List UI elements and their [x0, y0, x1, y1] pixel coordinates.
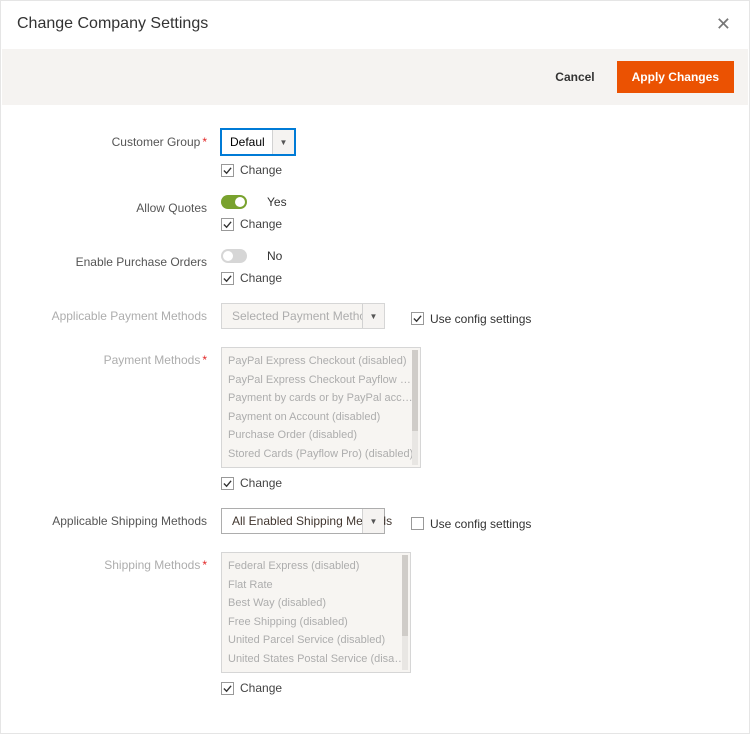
chevron-down-icon: ▼: [370, 312, 378, 321]
list-item: Flat Rate: [228, 576, 408, 595]
enable-po-toggle[interactable]: [221, 249, 247, 263]
change-label: Change: [240, 163, 282, 177]
shipping-methods-multiselect: Federal Express (disabled) Flat Rate Bes…: [221, 552, 411, 673]
customer-group-select[interactable]: ▼: [221, 129, 295, 155]
applicable-payment-dropdown-button: ▼: [362, 304, 384, 328]
enable-po-value: No: [267, 249, 282, 263]
customer-group-label: Customer Group*: [21, 129, 221, 149]
modal-title: Change Company Settings: [17, 15, 208, 33]
customer-group-change-checkbox[interactable]: [221, 164, 234, 177]
list-item: Free Shipping (disabled): [228, 613, 408, 632]
customer-group-input[interactable]: [222, 130, 272, 154]
applicable-shipping-dropdown-button[interactable]: ▼: [362, 509, 384, 533]
actions-bar: Cancel Apply Changes: [2, 49, 748, 105]
change-label: Change: [240, 271, 282, 285]
list-item: Payment on Account (disabled): [228, 408, 418, 427]
list-item: PayPal Express Checkout (disabled): [228, 352, 418, 371]
shipping-methods-label: Shipping Methods*: [21, 552, 221, 572]
change-label: Change: [240, 681, 282, 695]
list-item: Stored Cards (Payflow Pro) (disabled): [228, 445, 418, 464]
modal-header: Change Company Settings ✕: [1, 1, 749, 37]
use-config-label: Use config settings: [430, 312, 531, 326]
enable-po-label: Enable Purchase Orders: [21, 249, 221, 269]
payment-methods-change-checkbox[interactable]: [221, 477, 234, 490]
list-item: Purchase Order (disabled): [228, 426, 418, 445]
list-item: Best Way (disabled): [228, 594, 408, 613]
applicable-payment-select: Selected Payment Methods ▼: [221, 303, 385, 329]
payment-methods-multiselect: PayPal Express Checkout (disabled) PayPa…: [221, 347, 421, 468]
payment-use-config-checkbox[interactable]: [411, 312, 424, 325]
list-item: United States Postal Service (disabled): [228, 650, 408, 669]
customer-group-dropdown-button[interactable]: ▼: [272, 130, 294, 154]
scrollbar: [402, 555, 408, 670]
applicable-shipping-label: Applicable Shipping Methods: [21, 508, 221, 528]
chevron-down-icon: ▼: [370, 517, 378, 526]
cancel-button[interactable]: Cancel: [541, 62, 608, 92]
use-config-label: Use config settings: [430, 517, 531, 531]
list-item: Federal Express (disabled): [228, 557, 408, 576]
change-label: Change: [240, 476, 282, 490]
apply-changes-button[interactable]: Apply Changes: [617, 61, 734, 93]
shipping-use-config-checkbox[interactable]: [411, 517, 424, 530]
chevron-down-icon: ▼: [280, 138, 288, 147]
allow-quotes-change-checkbox[interactable]: [221, 218, 234, 231]
applicable-shipping-select[interactable]: All Enabled Shipping Methods ▼: [221, 508, 385, 534]
close-button[interactable]: ✕: [712, 11, 735, 37]
list-item: Payment by cards or by PayPal account (d…: [228, 389, 418, 408]
list-item: United Parcel Service (disabled): [228, 631, 408, 650]
payment-methods-label: Payment Methods*: [21, 347, 221, 367]
shipping-methods-change-checkbox[interactable]: [221, 682, 234, 695]
change-label: Change: [240, 217, 282, 231]
form-area: Customer Group* ▼ Change Allo: [1, 129, 749, 695]
allow-quotes-value: Yes: [267, 195, 287, 209]
change-company-settings-modal: Change Company Settings ✕ Cancel Apply C…: [0, 0, 750, 734]
applicable-payment-label: Applicable Payment Methods: [21, 303, 221, 323]
enable-po-change-checkbox[interactable]: [221, 272, 234, 285]
allow-quotes-label: Allow Quotes: [21, 195, 221, 215]
list-item: PayPal Express Checkout Payflow Edition …: [228, 371, 418, 390]
allow-quotes-toggle[interactable]: [221, 195, 247, 209]
scrollbar: [412, 350, 418, 465]
